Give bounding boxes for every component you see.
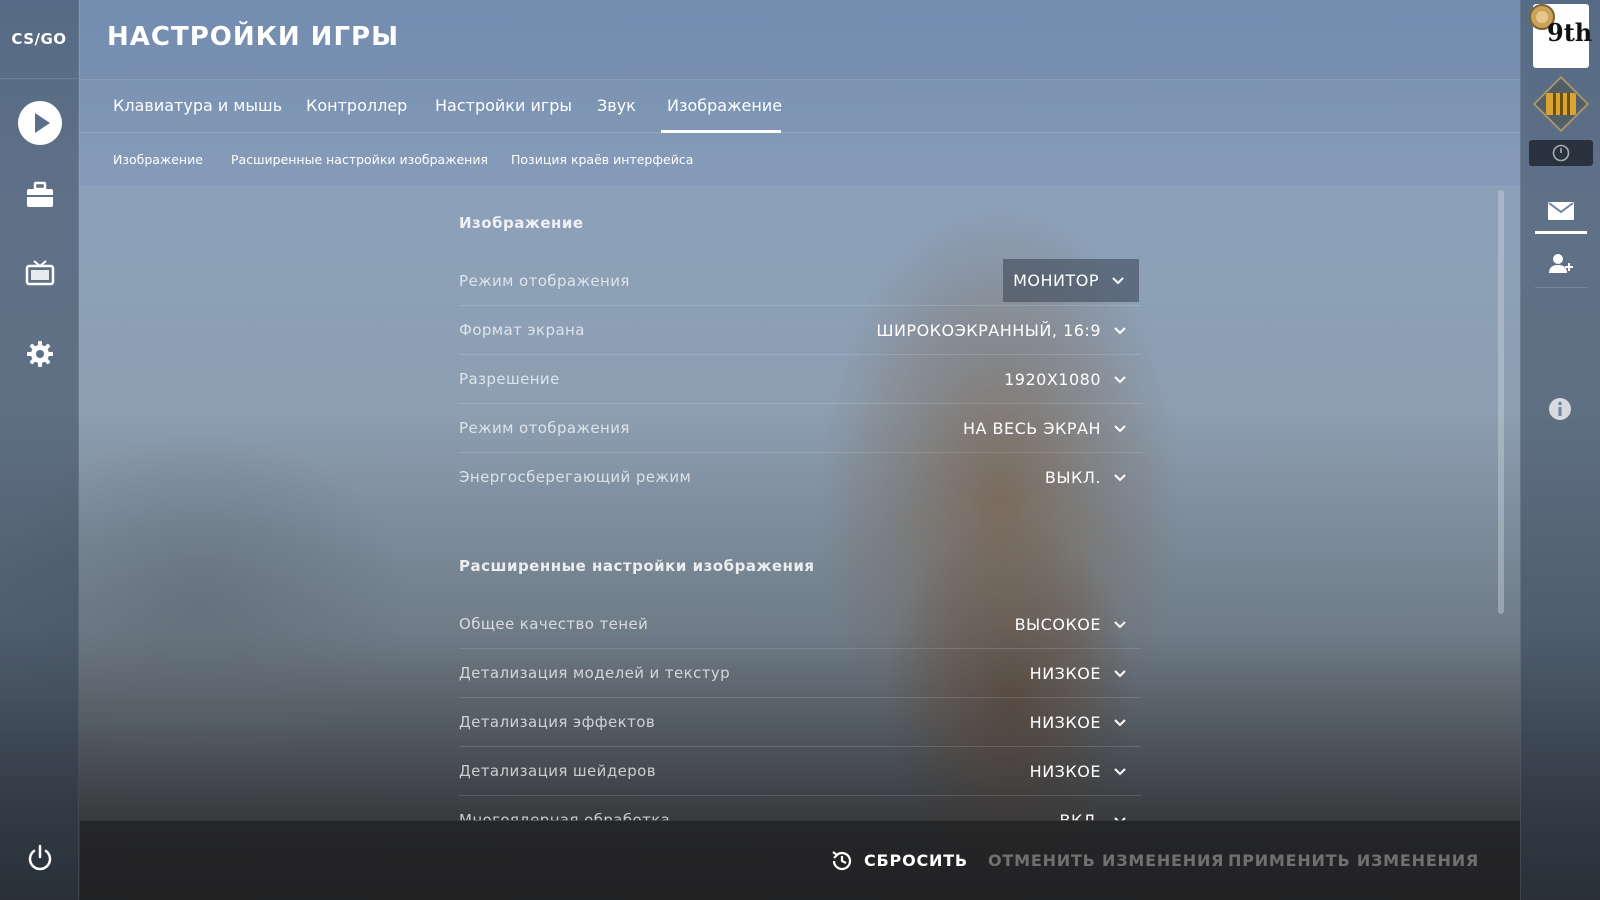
page-header: НАСТРОЙКИ ИГРЫ <box>80 0 1520 80</box>
history-icon <box>832 851 852 871</box>
dropdown-value: ВЫКЛ. <box>1044 468 1101 487</box>
power-saving-dropdown[interactable]: ВЫКЛ. <box>1035 456 1141 499</box>
setting-label: Разрешение <box>459 370 560 388</box>
inventory-button[interactable] <box>0 165 79 225</box>
aspect-ratio-dropdown[interactable]: ШИРОКОЭКРАННЫЙ, 16:9 <box>866 309 1141 352</box>
setting-label: Детализация моделей и текстур <box>459 664 731 682</box>
rank-stripes-icon <box>1546 93 1576 115</box>
tab-controller[interactable]: Контроллер <box>300 80 413 133</box>
dropdown-value: НИЗКОЕ <box>1029 762 1101 781</box>
dropdown-value: МОНИТОР <box>1013 271 1099 290</box>
window-mode-dropdown[interactable]: НА ВЕСЬ ЭКРАН <box>953 407 1141 450</box>
subtab-video[interactable]: Изображение <box>113 133 203 187</box>
power-icon <box>28 844 51 871</box>
chevron-down-icon <box>1114 767 1126 775</box>
dropdown-value: НИЗКОЕ <box>1029 664 1101 683</box>
setting-label: Формат экрана <box>459 321 585 339</box>
gear-icon <box>26 341 53 367</box>
shadow-quality-dropdown[interactable]: ВЫСОКОЕ <box>1005 603 1141 646</box>
cooldown-indicator[interactable] <box>1529 140 1593 166</box>
info-icon <box>1549 398 1571 420</box>
cancel-changes-button[interactable]: ОТМЕНИТЬ ИЗМЕНЕНИЯ <box>988 851 1224 870</box>
chevron-down-icon <box>1112 276 1124 284</box>
setting-row: Многоядерная обработка ВКЛ. <box>459 796 1141 821</box>
multicore-rendering-dropdown[interactable]: ВКЛ. <box>1050 799 1141 821</box>
setting-row: Формат экрана ШИРОКОЭКРАННЫЙ, 16:9 <box>459 306 1141 355</box>
dropdown-value: ШИРОКОЭКРАННЫЙ, 16:9 <box>876 321 1101 340</box>
footer-bar: СБРОСИТЬ ОТМЕНИТЬ ИЗМЕНЕНИЯ ПРИМЕНИТЬ ИЗ… <box>80 820 1520 900</box>
setting-row: Детализация моделей и текстур НИЗКОЕ <box>459 649 1141 698</box>
logo-text: CS∕GO <box>11 30 67 48</box>
watch-button[interactable] <box>0 244 79 304</box>
tab-keyboard-mouse[interactable]: Клавиатура и мышь <box>107 80 288 133</box>
reset-button[interactable]: СБРОСИТЬ <box>830 845 968 877</box>
chevron-down-icon <box>1114 620 1126 628</box>
play-button[interactable] <box>0 93 79 153</box>
setting-label: Режим отображения <box>459 419 630 437</box>
left-navigation-rail: CS∕GO <box>0 0 79 900</box>
chevron-down-icon <box>1114 375 1126 383</box>
sub-tab-bar: Изображение Расширенные настройки изобра… <box>80 133 1520 187</box>
setting-label: Детализация эффектов <box>459 713 656 731</box>
setting-label: Режим отображения <box>459 272 630 290</box>
add-friend-icon <box>1549 253 1573 273</box>
dropdown-value: НИЗКОЕ <box>1029 713 1101 732</box>
scrollbar-thumb[interactable] <box>1498 190 1504 614</box>
setting-row: Энергосберегающий режим ВЫКЛ. <box>459 453 1141 502</box>
display-mode-dropdown[interactable]: МОНИТОР <box>1003 259 1139 302</box>
profile-rank-diamond[interactable] <box>1532 75 1590 133</box>
setting-row: Общее качество теней ВЫСОКОЕ <box>459 600 1141 649</box>
mail-icon <box>1548 201 1574 220</box>
effect-detail-dropdown[interactable]: НИЗКОЕ <box>1020 701 1141 744</box>
settings-panel: Изображение Режим отображения МОНИТОР Фо… <box>459 187 1141 821</box>
subtab-advanced-video[interactable]: Расширенные настройки изображения <box>231 133 488 187</box>
chevron-down-icon <box>1114 473 1126 481</box>
setting-row: Разрешение 1920X1080 <box>459 355 1141 404</box>
briefcase-icon <box>26 181 53 207</box>
section-title-advanced: Расширенные настройки изображения <box>459 557 815 575</box>
setting-label: Детализация шейдеров <box>459 762 656 780</box>
setting-row: Детализация эффектов НИЗКОЕ <box>459 698 1141 747</box>
chevron-down-icon <box>1114 718 1126 726</box>
dropdown-value: НА ВЕСЬ ЭКРАН <box>962 419 1101 438</box>
add-friend-button[interactable] <box>1535 240 1587 288</box>
clock-icon <box>1552 144 1570 162</box>
reset-label: СБРОСИТЬ <box>864 851 968 870</box>
csgo-logo[interactable]: CS∕GO <box>0 0 78 79</box>
resolution-dropdown[interactable]: 1920X1080 <box>994 358 1141 401</box>
info-button[interactable] <box>1548 397 1572 425</box>
model-texture-detail-dropdown[interactable]: НИЗКОЕ <box>1020 652 1141 695</box>
dropdown-value: 1920X1080 <box>1004 370 1101 389</box>
right-social-rail: 9th <box>1520 0 1600 900</box>
setting-row: Режим отображения НА ВЕСЬ ЭКРАН <box>459 404 1141 453</box>
main-tab-bar: Клавиатура и мышь Контроллер Настройки и… <box>80 80 1520 133</box>
setting-label: Общее качество теней <box>459 615 649 633</box>
tv-icon <box>25 260 54 286</box>
tab-audio[interactable]: Звук <box>591 80 642 133</box>
subtab-hud-edge-position[interactable]: Позиция краёв интерфейса <box>511 133 693 187</box>
chevron-down-icon <box>1114 669 1126 677</box>
chevron-down-icon <box>1114 424 1126 432</box>
section-title-video: Изображение <box>459 214 584 232</box>
chevron-down-icon <box>1114 326 1126 334</box>
setting-row: Детализация шейдеров НИЗКОЕ <box>459 747 1141 796</box>
shader-detail-dropdown[interactable]: НИЗКОЕ <box>1020 750 1141 793</box>
setting-label: Энергосберегающий режим <box>459 468 692 486</box>
page-title: НАСТРОЙКИ ИГРЫ <box>107 22 400 52</box>
tab-game-settings[interactable]: Настройки игры <box>429 80 578 133</box>
settings-button[interactable] <box>0 324 79 384</box>
setting-row: Режим отображения МОНИТОР <box>459 257 1141 306</box>
mail-button[interactable] <box>1535 190 1587 234</box>
play-icon <box>17 101 62 145</box>
rank-badge-text: 9th <box>1547 18 1593 47</box>
tab-video[interactable]: Изображение <box>661 80 782 133</box>
settings-scrollbar[interactable] <box>1498 190 1504 804</box>
dropdown-value: ВЫСОКОЕ <box>1014 615 1101 634</box>
rank-badge[interactable]: 9th <box>1529 4 1593 68</box>
quit-button[interactable] <box>0 828 79 888</box>
apply-changes-button[interactable]: ПРИМЕНИТЬ ИЗМЕНЕНИЯ <box>1228 851 1479 870</box>
